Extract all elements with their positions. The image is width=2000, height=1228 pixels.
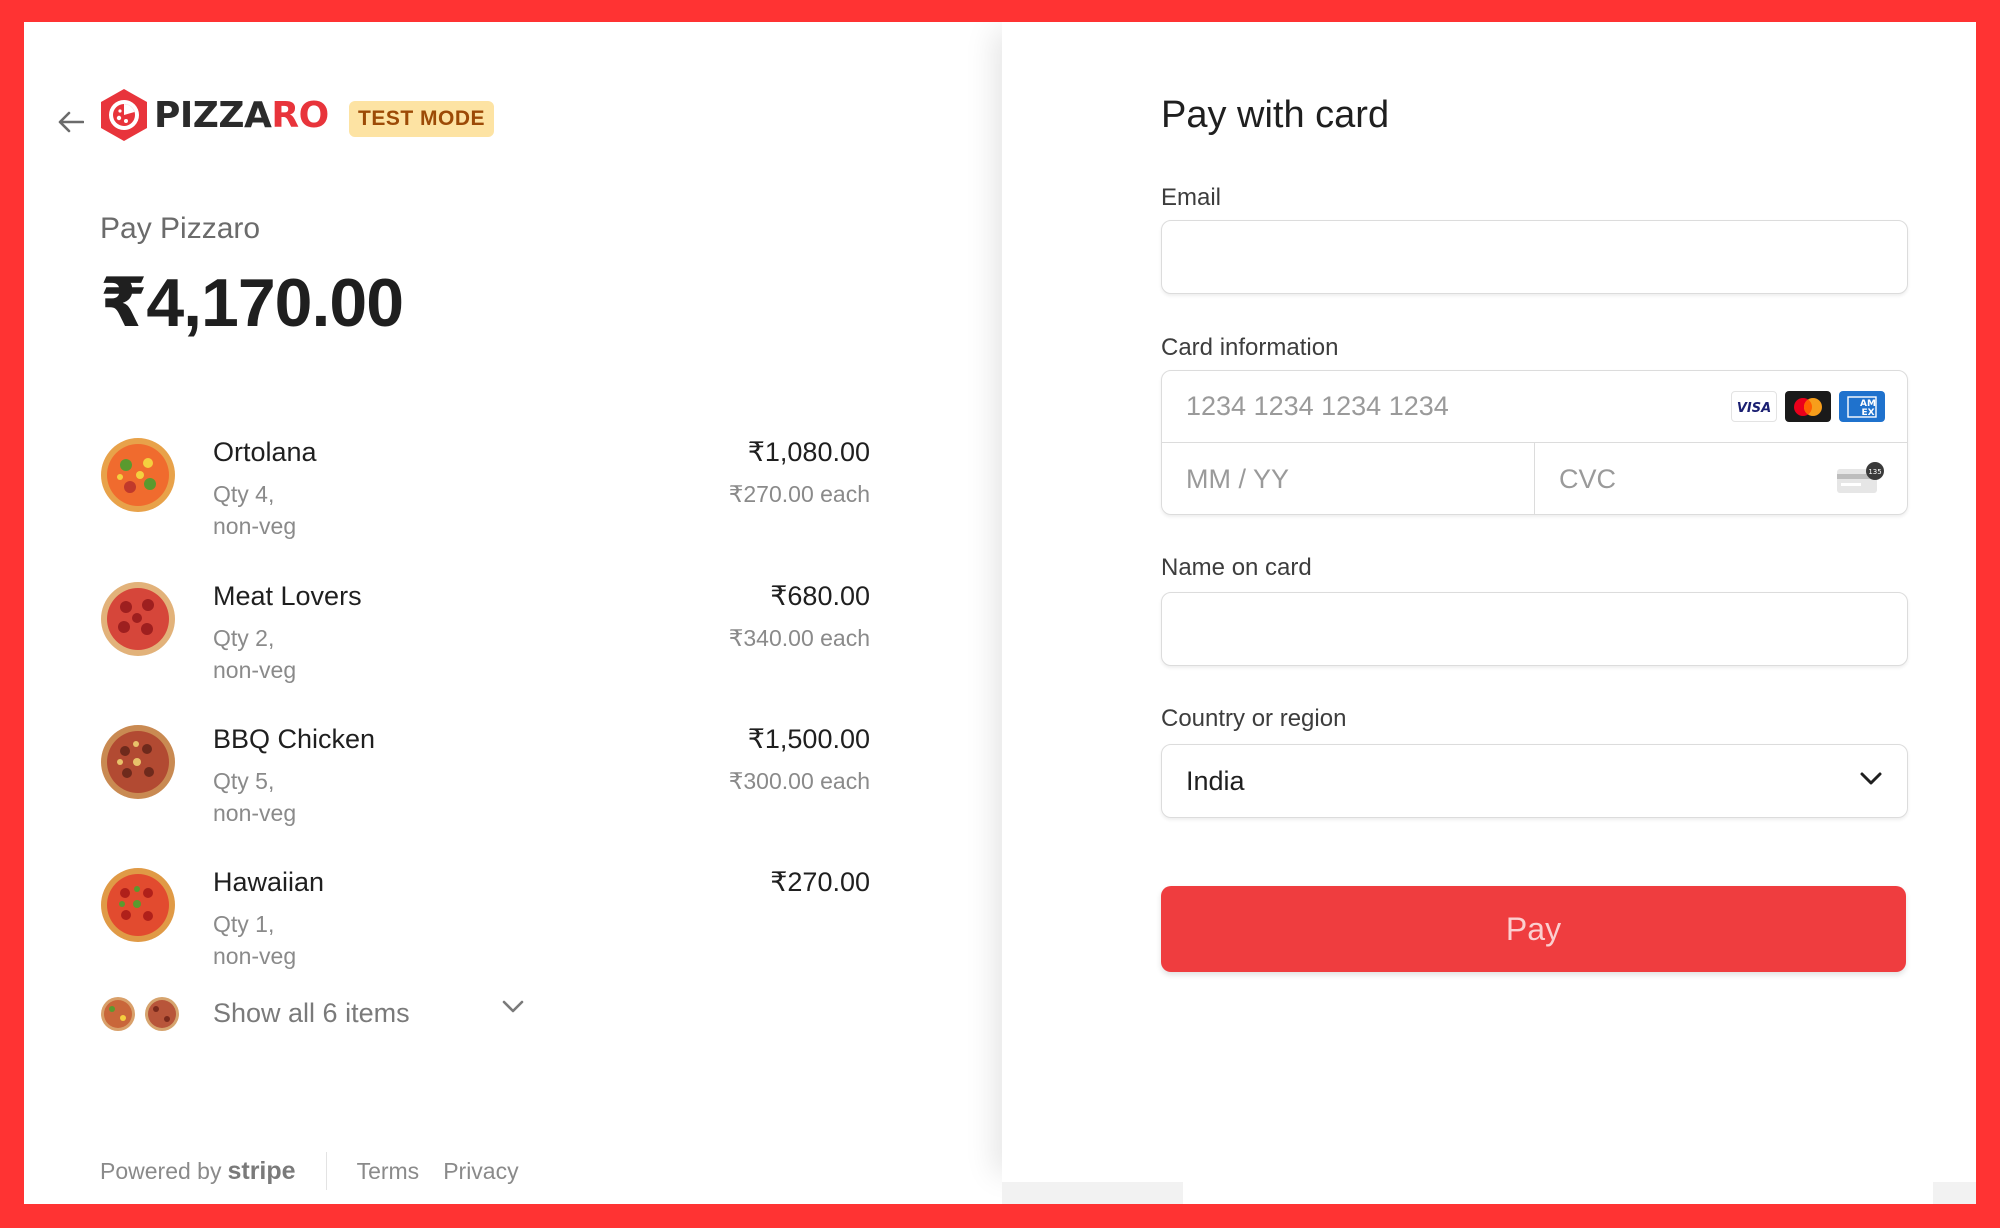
svg-text:EX: EX (1861, 408, 1874, 418)
item-qty: Qty 5, (213, 768, 275, 794)
mastercard-icon (1785, 391, 1831, 422)
item-name: Ortolana (213, 437, 317, 467)
test-mode-badge: TEST MODE (349, 101, 495, 137)
name-on-card-wrapper (1161, 592, 1908, 666)
show-all-label[interactable]: Show all 6 items (213, 998, 410, 1029)
item-qty: Qty 4, (213, 481, 275, 507)
amex-icon: AM EX (1839, 391, 1885, 422)
item-qty: Qty 2, (213, 625, 275, 651)
pizza-thumbnail (100, 581, 176, 657)
item-name: BBQ Chicken (213, 724, 376, 754)
pizza-thumbnail (100, 437, 176, 513)
back-arrow-icon[interactable] (56, 102, 86, 142)
pay-button[interactable]: Pay (1161, 886, 1906, 972)
svg-text:VISA: VISA (1737, 401, 1771, 415)
panel-bottom-edge (1002, 1182, 1976, 1204)
item-name: Hawaiian (213, 867, 325, 897)
pizza-logo-icon (101, 89, 147, 141)
powered-by-label: Powered by (100, 1157, 222, 1184)
list-item: Meat Lovers Qty 2, non-veg ₹680.00 ₹340.… (100, 581, 870, 701)
name-on-card-label: Name on card (1161, 554, 1312, 581)
country-label: Country or region (1161, 705, 1347, 732)
item-price: ₹1,080.00 (747, 437, 870, 467)
pizza-mini-thumbnail (144, 996, 180, 1032)
chevron-down-icon (1859, 771, 1883, 792)
name-on-card-field[interactable] (1162, 593, 1907, 665)
chevron-down-icon (502, 1000, 524, 1019)
footer-divider (325, 1152, 327, 1190)
email-field[interactable] (1162, 221, 1907, 293)
item-unit-price: ₹300.00 each (728, 768, 870, 794)
item-unit-price: ₹340.00 each (728, 625, 870, 651)
form-title: Pay with card (1161, 94, 1390, 136)
pay-to-label: Pay Pizzaro (100, 212, 261, 245)
item-price: ₹270.00 (770, 867, 870, 897)
pizza-thumbnail (100, 867, 176, 943)
card-expiry-input[interactable] (1162, 443, 1534, 514)
card-info-group: VISA AMEX 135 (1161, 370, 1908, 515)
country-value: India (1186, 765, 1245, 796)
brand-name: PIZZARO (154, 94, 329, 136)
item-category: non-veg (213, 943, 297, 969)
item-category: non-veg (213, 513, 297, 539)
order-summary-panel: PIZZARO TEST MODE Pay Pizzaro ₹4,170.00 … (24, 22, 1002, 1204)
payment-form-panel: Pay with card Email Card information VIS… (1002, 22, 1976, 1182)
cvc-card-icon: 135 (1835, 461, 1885, 500)
svg-text:135: 135 (1868, 468, 1881, 476)
item-unit-price: ₹270.00 each (728, 481, 870, 507)
footer: Powered by stripe Terms Privacy (100, 1152, 543, 1190)
card-brands: VISA AM EX (1731, 391, 1885, 422)
item-price: ₹1,500.00 (747, 724, 870, 754)
privacy-link[interactable]: Privacy (443, 1158, 518, 1185)
terms-link[interactable]: Terms (357, 1158, 420, 1185)
list-item: Hawaiian Qty 1, non-veg ₹270.00 (100, 867, 870, 987)
pizza-mini-thumbnail (100, 996, 136, 1032)
item-category: non-veg (213, 657, 297, 683)
visa-icon: VISA (1731, 391, 1777, 422)
email-label: Email (1161, 184, 1222, 211)
card-number-wrapper: VISA AMEX (1162, 371, 1907, 443)
show-all-items-toggle[interactable]: Show all 6 items (100, 996, 524, 1032)
list-item: BBQ Chicken Qty 5, non-veg ₹1,500.00 ₹30… (100, 724, 870, 844)
card-expiry-wrapper (1162, 443, 1535, 514)
stripe-logo[interactable]: stripe (227, 1157, 295, 1186)
total-amount: ₹4,170.00 (100, 265, 404, 341)
pizza-thumbnail (100, 724, 176, 800)
item-category: non-veg (213, 800, 297, 826)
card-info-label: Card information (1161, 334, 1339, 361)
pizzaro-logo[interactable]: PIZZARO (98, 87, 329, 143)
item-price: ₹680.00 (770, 581, 870, 611)
item-qty: Qty 1, (213, 911, 275, 937)
list-item: Ortolana Qty 4, non-veg ₹1,080.00 ₹270.0… (100, 437, 870, 557)
card-cvc-wrapper: 135 (1535, 443, 1907, 514)
item-name: Meat Lovers (213, 581, 362, 611)
country-select[interactable]: India (1161, 744, 1908, 818)
email-field-wrapper (1161, 220, 1908, 294)
checkout-page: PIZZARO TEST MODE Pay Pizzaro ₹4,170.00 … (24, 22, 1976, 1204)
